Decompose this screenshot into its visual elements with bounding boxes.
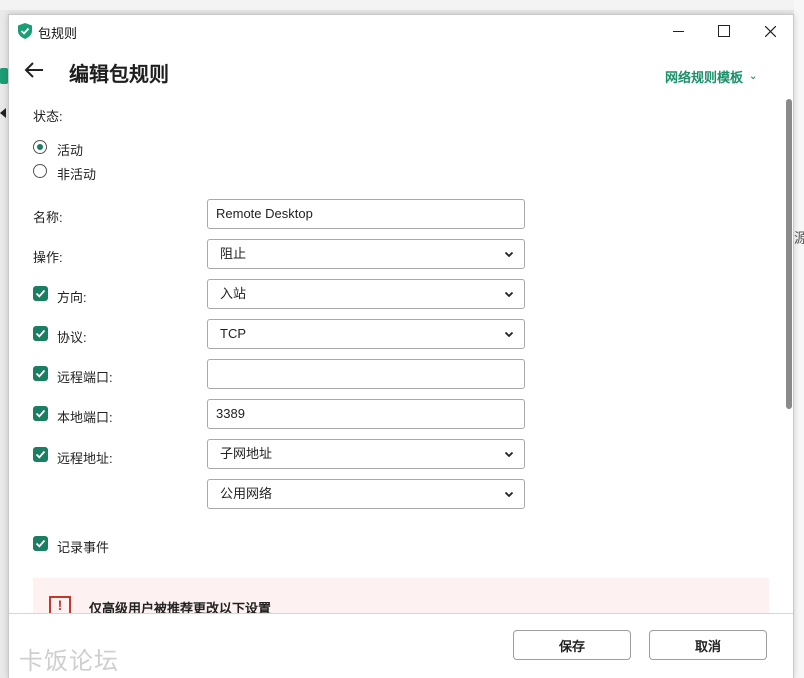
background-arrow-icon (0, 108, 6, 118)
protocol-checkbox[interactable] (33, 326, 48, 341)
advanced-warning-banner: ! 仅高级用户被推荐更改以下设置 (33, 578, 769, 616)
close-icon (764, 25, 776, 37)
status-active-label: 活动 (57, 143, 84, 158)
remote-address-checkbox[interactable] (33, 447, 48, 462)
chevron-down-icon (504, 491, 514, 498)
maximize-icon (718, 25, 730, 37)
checkmark-icon (35, 450, 46, 459)
status-inactive-radio[interactable] (33, 164, 47, 178)
network-type-value: 公用网络 (220, 486, 273, 501)
maximize-button[interactable] (701, 15, 747, 47)
log-events-checkbox[interactable] (33, 536, 48, 551)
network-rule-template-link[interactable]: 网络规则模板 ⌄ (665, 67, 757, 86)
chevron-down-icon (504, 451, 514, 458)
protocol-value: TCP (220, 326, 246, 341)
network-type-select[interactable]: 公用网络 (207, 479, 525, 509)
chevron-down-icon (504, 251, 514, 258)
background-window-edge (794, 0, 804, 678)
checkmark-icon (35, 409, 46, 418)
page-title: 编辑包规则 (69, 64, 169, 86)
chevron-down-icon (504, 291, 514, 298)
background-text: 源 (794, 230, 804, 246)
window-title: 包规则 (38, 26, 78, 41)
direction-select[interactable]: 入站 (207, 279, 525, 309)
action-value: 阻止 (220, 246, 247, 261)
minimize-icon (672, 30, 684, 32)
remote-address-select[interactable]: 子网地址 (207, 439, 525, 469)
status-active-radio[interactable] (33, 140, 47, 154)
vertical-scrollbar[interactable] (786, 99, 792, 409)
remote-port-input[interactable] (207, 359, 525, 389)
template-link-label: 网络规则模板 (665, 70, 744, 85)
local-port-input[interactable]: 3389 (207, 399, 525, 429)
name-input[interactable]: Remote Desktop (207, 199, 525, 229)
cancel-button[interactable]: 取消 (649, 630, 767, 660)
protocol-select[interactable]: TCP (207, 319, 525, 349)
local-port-label: 本地端口: (57, 410, 113, 425)
action-label: 操作: (33, 250, 63, 265)
direction-label: 方向: (57, 290, 87, 305)
protocol-label: 协议: (57, 330, 87, 345)
watermark: 卡饭论坛 (19, 648, 119, 675)
local-port-checkbox[interactable] (33, 406, 48, 421)
save-button[interactable]: 保存 (513, 630, 631, 660)
direction-value: 入站 (220, 286, 247, 301)
checkmark-icon (35, 539, 46, 548)
dialog-footer: 保存 取消 (9, 613, 793, 678)
remote-port-checkbox[interactable] (33, 366, 48, 381)
background-strip (0, 0, 804, 10)
close-button[interactable] (747, 15, 793, 47)
back-arrow-icon[interactable] (23, 59, 45, 81)
status-inactive-label: 非活动 (57, 167, 97, 182)
packet-rule-dialog: 包规则 编辑包规则 网络规则模板 ⌄ 状态: 活动 非活动 名称: Remote… (8, 14, 794, 678)
background-app-icon (0, 68, 8, 84)
remote-port-label: 远程端口: (57, 370, 113, 385)
minimize-button[interactable] (655, 15, 701, 47)
chevron-down-icon: ⌄ (749, 71, 758, 82)
remote-address-label: 远程地址: (57, 451, 113, 466)
name-label: 名称: (33, 210, 63, 225)
title-bar: 包规则 (9, 15, 793, 47)
checkmark-icon (35, 329, 46, 338)
action-select[interactable]: 阻止 (207, 239, 525, 269)
checkmark-icon (35, 369, 46, 378)
log-events-label: 记录事件 (57, 540, 110, 555)
chevron-down-icon (504, 331, 514, 338)
shield-icon (18, 23, 32, 39)
page-header: 编辑包规则 网络规则模板 ⌄ (9, 47, 793, 105)
checkmark-icon (35, 289, 46, 298)
remote-address-value: 子网地址 (220, 446, 273, 461)
direction-checkbox[interactable] (33, 286, 48, 301)
status-label: 状态: (33, 109, 63, 124)
